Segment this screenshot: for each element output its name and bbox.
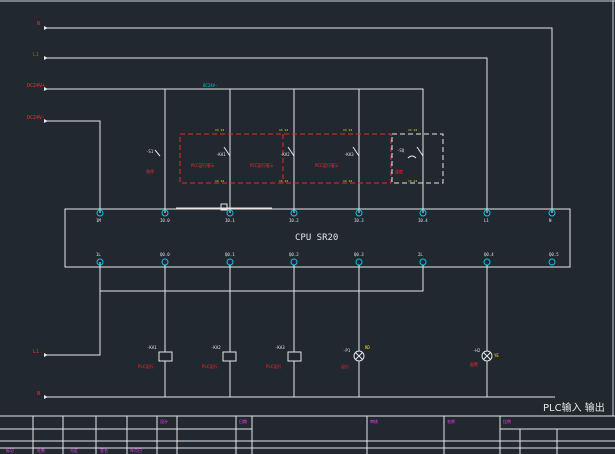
drawing-title: PLC输入 输出 xyxy=(543,401,605,414)
output-terminal-label: 1L xyxy=(96,252,101,257)
load-p1-note: 运行 xyxy=(341,363,349,369)
title-cell: 签名 xyxy=(100,447,108,453)
switch-s1-note: 急停 xyxy=(146,168,154,174)
svg-text:13 14: 13 14 xyxy=(343,128,352,132)
load-ka2-note: PLC运行 xyxy=(202,363,217,369)
svg-text:13 14: 13 14 xyxy=(279,179,288,183)
svg-text:13 14: 13 14 xyxy=(215,179,224,183)
title-cell: 设计 xyxy=(160,418,168,424)
title-cell: 日期 xyxy=(239,418,247,424)
load-h2-label: -H2 xyxy=(473,348,481,353)
svg-text:13 14: 13 14 xyxy=(408,128,417,132)
input-terminal-label: L1 xyxy=(484,218,489,223)
title-cell: 年月日 xyxy=(130,447,142,453)
output-terminal-label: Q0.1 xyxy=(225,252,235,257)
bottom-label-n: N xyxy=(37,391,40,397)
load-p1-label: -P1 xyxy=(343,348,351,353)
title-cell: 名称 xyxy=(447,418,455,424)
svg-text:13 14: 13 14 xyxy=(343,179,352,183)
output-terminal-label: Q0.3 xyxy=(354,252,364,257)
load-ka1-label: -KA1 xyxy=(147,345,157,350)
input-terminal-label: I0.1 xyxy=(225,218,235,223)
temperature-switch-box xyxy=(391,133,444,184)
power-label-dc24p: DC24V+ xyxy=(27,83,45,89)
input-terminals xyxy=(96,209,556,217)
output-terminal-label: Q0.5 xyxy=(549,252,559,257)
cpu-model-label: CPU SR20 xyxy=(295,233,338,243)
load-h2-note: 报警 xyxy=(470,361,478,367)
title-cell: 审核 xyxy=(370,418,378,424)
bus-arrows xyxy=(44,26,48,399)
switch-ka2-label: -KA2 xyxy=(280,152,290,157)
power-bus xyxy=(44,27,555,398)
title-cell: 比例 xyxy=(503,418,511,424)
switch-ka3-label: -KA3 xyxy=(344,152,354,157)
svg-text:13 14: 13 14 xyxy=(408,179,417,183)
output-terminal-label: Q0.0 xyxy=(160,252,170,257)
input-terminal-label: I0.3 xyxy=(354,218,364,223)
dc-distribution xyxy=(164,88,423,213)
switch-sq-label: -SQ xyxy=(397,148,405,153)
schematic-canvas[interactable]: N L1 DC24V+ DC24V- L1 N DC24V- 13 1413 1… xyxy=(0,0,615,454)
bus-l1 xyxy=(44,57,488,213)
power-label-n: N xyxy=(37,21,40,27)
title-cell: 处数 xyxy=(37,447,45,453)
title-cell: 标记 xyxy=(6,447,14,453)
power-label-dc24m: DC24V- xyxy=(27,115,45,121)
title-block: 设计 日期 审核 名称 比例 标记 处数 分区 签名 年月日 xyxy=(0,415,615,454)
svg-text:13 14: 13 14 xyxy=(215,128,224,132)
bus-l1-bottom xyxy=(44,262,101,356)
input-terminal-label: 1M xyxy=(96,218,101,223)
switch-ka2-note: PLC运行指示 xyxy=(250,162,273,168)
load-h2-tag: YE xyxy=(494,353,499,358)
output-terminal-label: Q0.4 xyxy=(484,252,494,257)
power-label-l1: L1 xyxy=(33,52,39,58)
indicator-lamps xyxy=(353,350,493,362)
bus-n xyxy=(44,27,553,213)
relay-coils xyxy=(158,351,302,362)
contact-numbers: 13 14 13 14 13 14 13 14 13 14 13 14 13 14 13… xyxy=(193,128,417,183)
input-terminal-label: N xyxy=(549,218,552,223)
input-terminal-label: I0.0 xyxy=(160,218,170,223)
load-ka2-label: -KA2 xyxy=(211,345,221,350)
title-cell: 分区 xyxy=(70,447,78,453)
load-ka3-label: -KA3 xyxy=(275,345,285,350)
switch-sq-note: 温度 xyxy=(395,168,403,174)
output-wiring xyxy=(99,265,488,397)
bus-dc24m xyxy=(44,120,101,213)
bus-dc24p xyxy=(44,88,424,213)
svg-text:13 14: 13 14 xyxy=(279,128,288,132)
load-ka1-note: PLC运行 xyxy=(138,363,153,369)
switch-ka1-note: PLC运行指示 xyxy=(191,162,214,168)
switch-ka3-note: PLC运行指示 xyxy=(315,162,338,168)
input-terminal-label: I0.4 xyxy=(418,218,428,223)
bottom-label-l1: L1 xyxy=(33,349,39,355)
output-terminals xyxy=(96,258,556,266)
switch-s1-label: -S1 xyxy=(146,149,154,154)
output-terminal-label: Q0.2 xyxy=(289,252,299,257)
switch-ka1-label: -KA1 xyxy=(216,152,226,157)
load-p1-tag: RD xyxy=(365,345,370,350)
output-terminal-label: 2L xyxy=(418,252,423,257)
load-ka3-note: PLC运行 xyxy=(266,363,281,369)
input-terminal-label: I0.2 xyxy=(289,218,299,223)
top-bus-label: DC24V- xyxy=(203,83,217,88)
